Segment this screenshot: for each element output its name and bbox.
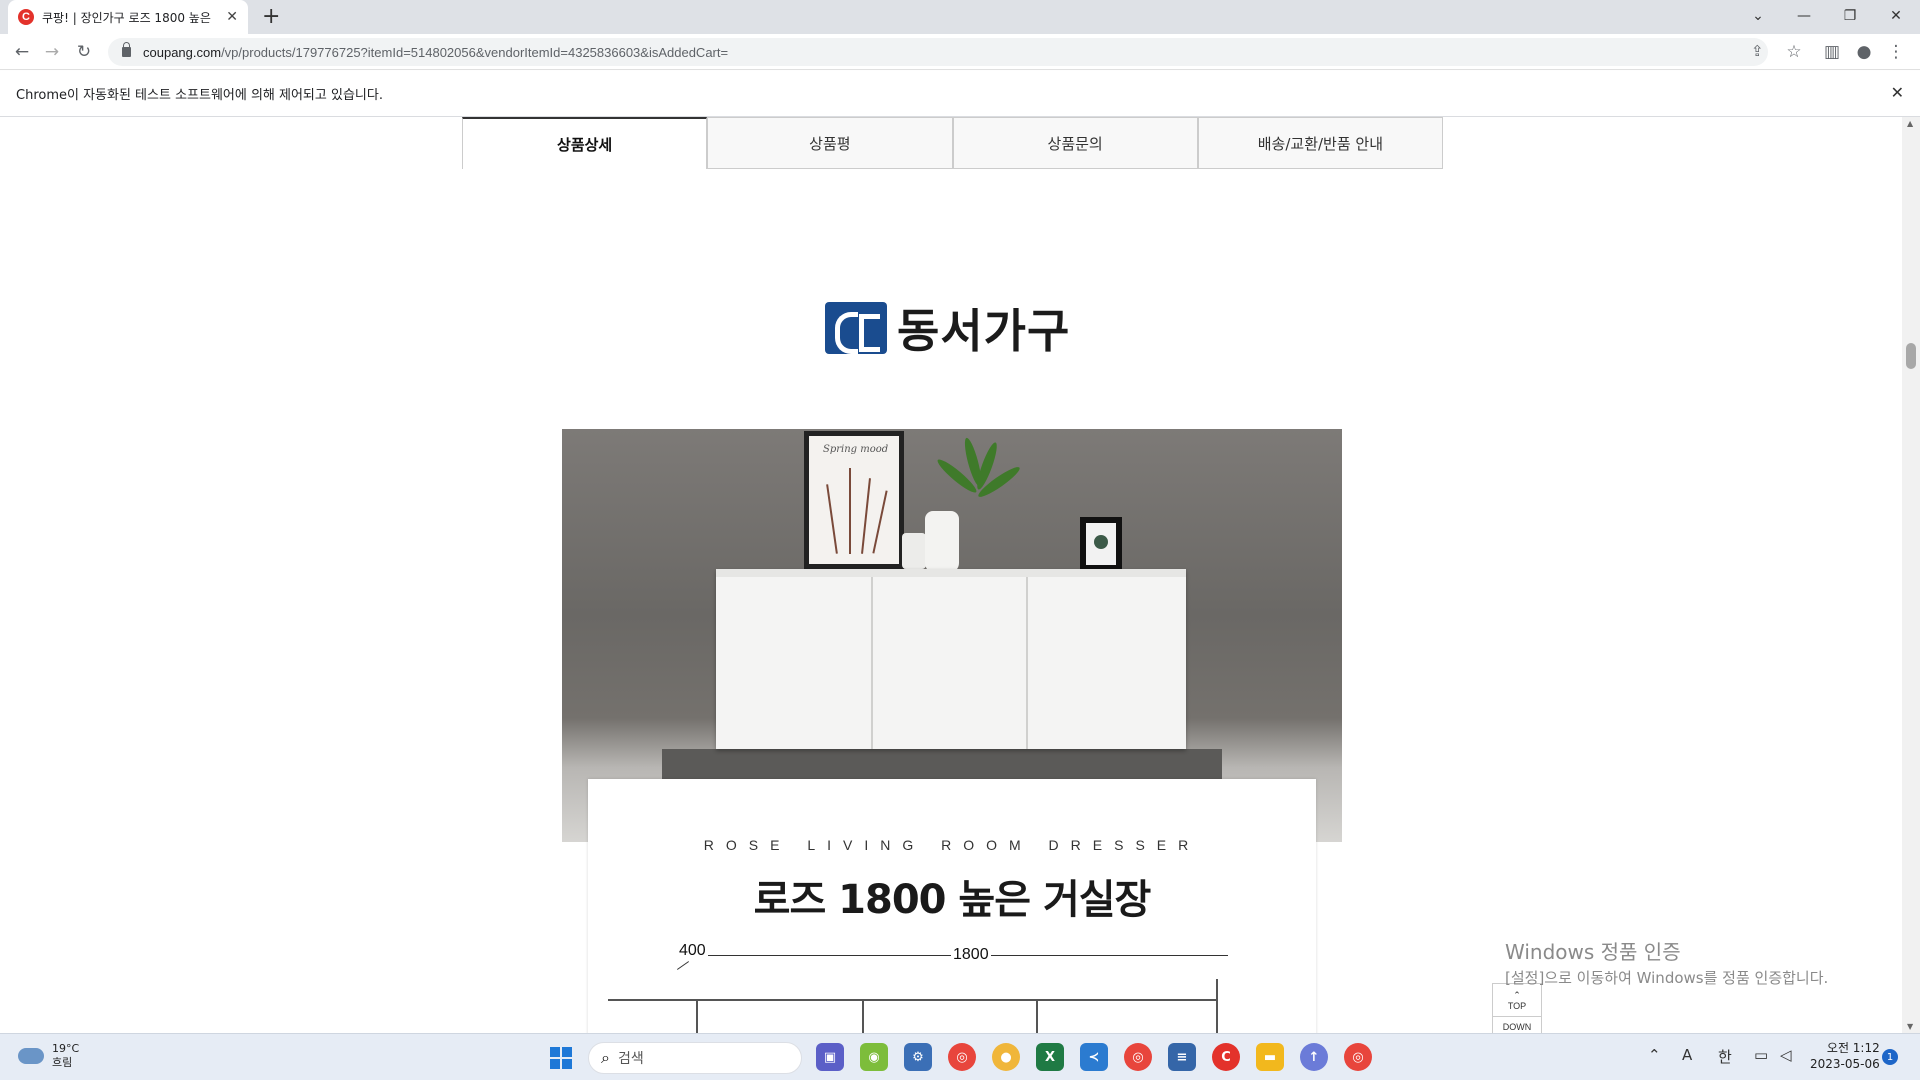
taskbar-search-placeholder: 검색	[617, 1051, 644, 1067]
vscode-icon[interactable]: ≺	[1080, 1043, 1108, 1071]
scrollbar-thumb[interactable]	[1906, 343, 1916, 369]
ime-mode-han[interactable]: 한	[1718, 1046, 1732, 1067]
cabinet-image	[716, 569, 1186, 749]
drawing-vertical-line	[862, 999, 864, 1033]
browser-tab-strip: C 쿠팡! | 장인가구 로즈 1800 높은 ✕ + ⌄ — ❐ ✕	[0, 0, 1920, 34]
network-icon[interactable]: ▭	[1754, 1046, 1768, 1064]
product-title: 로즈 1800 높은 거실장	[753, 877, 1152, 923]
profile-icon[interactable]: ●	[1852, 40, 1876, 64]
taskbar-search[interactable]: ⌕ 검색	[588, 1042, 802, 1074]
settings-app-icon[interactable]: ⚙	[904, 1043, 932, 1071]
coupang-favicon-icon: C	[18, 9, 34, 25]
brand-header: 동서가구	[825, 295, 1070, 361]
drawing-vertical-line	[1216, 979, 1218, 1033]
tab-reviews[interactable]: 상품평	[707, 117, 953, 169]
taskbar-clock[interactable]: 오전 1:12 2023-05-06	[1810, 1040, 1880, 1072]
weather-desc: 흐림	[52, 1056, 73, 1069]
clock-date: 2023-05-06	[1810, 1057, 1880, 1071]
chrome-profile-icon[interactable]: ◎	[1124, 1043, 1152, 1071]
browser-tab[interactable]: C 쿠팡! | 장인가구 로즈 1800 높은 ✕	[8, 0, 248, 34]
scroll-down-icon[interactable]: ▼	[1907, 1022, 1913, 1031]
chrome-icon[interactable]: ◎	[948, 1043, 976, 1071]
side-panel-icon[interactable]: ▥	[1820, 40, 1844, 64]
coupang-app-icon[interactable]: C	[1212, 1043, 1240, 1071]
drawing-vertical-line	[1036, 999, 1038, 1033]
down-label: DOWN	[1502, 1022, 1532, 1032]
weather-temp: 19°C	[52, 1042, 80, 1055]
tray-chevron-icon[interactable]: ⌃	[1648, 1046, 1661, 1064]
cup-decoration	[902, 533, 926, 569]
watermark-title: Windows 정품 인증	[1505, 940, 1681, 964]
close-window-button[interactable]: ✕	[1873, 0, 1919, 32]
vase-decoration	[925, 511, 959, 573]
down-button[interactable]: DOWN⌄	[1493, 1016, 1541, 1033]
drawing-vertical-line	[696, 999, 698, 1033]
width-label: 1800	[951, 946, 991, 964]
new-tab-button[interactable]: +	[262, 4, 280, 29]
browser-toolbar: ← → ↻ coupang.com/vp/products/179776725?…	[0, 34, 1920, 70]
plant-decoration	[932, 431, 1023, 521]
up-arrow-icon: ⌃	[1513, 989, 1521, 1000]
notification-badge[interactable]: 1	[1882, 1049, 1898, 1065]
tab-search-chevron-icon[interactable]: ⌄	[1735, 0, 1781, 32]
tab-product-detail[interactable]: 상품상세	[462, 117, 708, 169]
brand-logo-icon	[825, 302, 887, 354]
teams-icon[interactable]: ▣	[816, 1043, 844, 1071]
ime-mode-a[interactable]: A	[1682, 1046, 1692, 1064]
depth-dimension-tick	[676, 961, 690, 970]
weather-widget[interactable]: 19°C 흐림	[18, 1042, 79, 1070]
tab-inquiries[interactable]: 상품문의	[952, 117, 1198, 169]
address-bar[interactable]: coupang.com/vp/products/179776725?itemId…	[108, 38, 1768, 66]
windows-activation-watermark: Windows 정품 인증 [설정]으로 이동하여 Windows를 정품 인증…	[1505, 936, 1828, 988]
url-path: /vp/products/179776725?itemId=514802056&…	[221, 44, 729, 60]
tab-shipping-info[interactable]: 배송/교환/반품 안내	[1197, 117, 1443, 169]
windows-taskbar: 19°C 흐림 ⌕ 검색 ▣ ◉ ⚙ ◎ ● X ≺ ◎ ≡ C ▬ ↑ ◎ ⌃…	[0, 1033, 1920, 1080]
share-icon[interactable]: ⇪	[1751, 42, 1764, 60]
url-domain: coupang.com	[143, 44, 222, 60]
top-label: TOP	[1507, 1000, 1527, 1011]
infobar-close-icon[interactable]: ✕	[1891, 83, 1904, 102]
page-scrollbar[interactable]: ▲ ▼	[1902, 117, 1920, 1033]
automation-infobar: Chrome이 자동화된 테스트 소프트웨어에 의해 제어되고 있습니다. ✕	[0, 71, 1920, 117]
chrome-active-icon[interactable]: ◎	[1344, 1043, 1372, 1071]
page-content: 상품상세 상품평 상품문의 배송/교환/반품 안내 동서가구 Spring mo…	[0, 117, 1902, 1033]
product-info-card: ROSE LIVING ROOM DRESSER 로즈 1800 높은 거실장 …	[588, 779, 1316, 1033]
clock-time: 오전 1:12	[1826, 1041, 1880, 1055]
cloud-icon	[18, 1048, 44, 1064]
tab-title: 쿠팡! | 장인가구 로즈 1800 높은	[42, 10, 211, 25]
upload-app-icon[interactable]: ↑	[1300, 1043, 1328, 1071]
bookmark-star-icon[interactable]: ☆	[1782, 40, 1806, 64]
wall-art-frame: Spring mood	[804, 431, 904, 569]
reload-icon[interactable]: ↻	[72, 40, 96, 64]
product-subtitle: ROSE LIVING ROOM DRESSER	[703, 837, 1201, 853]
lock-icon[interactable]	[122, 42, 131, 57]
product-tab-bar: 상품상세 상품평 상품문의 배송/교환/반품 안내	[462, 117, 1443, 169]
menu-dots-icon[interactable]: ⋮	[1884, 40, 1908, 64]
depth-label: 400	[677, 942, 708, 960]
minimize-button[interactable]: —	[1781, 0, 1827, 32]
brand-name: 동서가구	[897, 304, 1071, 358]
paint-icon[interactable]: ◉	[860, 1043, 888, 1071]
scroll-up-icon[interactable]: ▲	[1907, 119, 1913, 128]
notepad-icon[interactable]: ≡	[1168, 1043, 1196, 1071]
excel-icon[interactable]: X	[1036, 1043, 1064, 1071]
volume-icon[interactable]: ◁	[1780, 1046, 1792, 1064]
search-icon: ⌕	[601, 1048, 610, 1067]
restore-button[interactable]: ❐	[1827, 0, 1873, 32]
drawing-top-line	[608, 999, 1218, 1001]
infobar-text: Chrome이 자동화된 테스트 소프트웨어에 의해 제어되고 있습니다.	[16, 88, 383, 103]
forward-arrow-icon[interactable]: →	[40, 40, 64, 64]
small-photo-frame	[1080, 517, 1122, 571]
watermark-subtitle: [설정]으로 이동하여 Windows를 정품 인증합니다.	[1505, 969, 1829, 987]
windows-start-icon[interactable]	[550, 1047, 572, 1069]
back-arrow-icon[interactable]: ←	[10, 40, 34, 64]
messenger-icon[interactable]: ●	[992, 1043, 1020, 1071]
scroll-nav-buttons: ⌃TOP DOWN⌄	[1492, 983, 1542, 1033]
file-explorer-icon[interactable]: ▬	[1256, 1043, 1284, 1071]
url-text: coupang.com/vp/products/179776725?itemId…	[143, 45, 728, 60]
frame-text: Spring mood	[823, 444, 889, 455]
tab-close-icon[interactable]: ✕	[226, 9, 238, 25]
top-button[interactable]: ⌃ TOP	[1493, 984, 1541, 1016]
